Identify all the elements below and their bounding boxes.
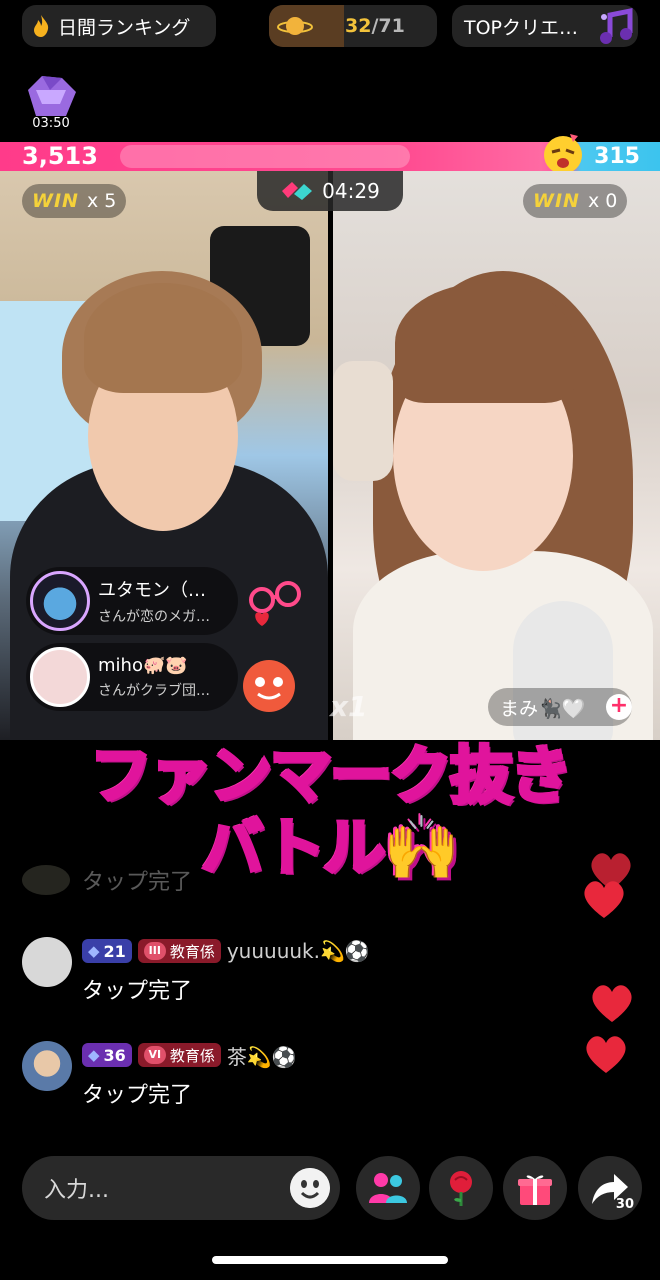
progress-pill[interactable]: 32/71 xyxy=(269,5,437,47)
role-name: 教育係 xyxy=(169,1046,215,1065)
event-timer-text: 03:50 xyxy=(32,116,70,131)
gem-level-badge: ◆ 36 xyxy=(82,1043,132,1067)
members-button[interactable] xyxy=(356,1156,420,1220)
gift-user-name: ユタモン（… xyxy=(98,580,206,601)
comment-item[interactable]: ◆ 36 VI 教育係 茶💫⚽ タップ完了 xyxy=(22,1041,297,1109)
gift-notification[interactable]: miho🐖🐷 さんがクラブ団… xyxy=(26,643,238,711)
gem-level-badge: ◆ 21 xyxy=(82,939,132,963)
diamond-icon: ◆ xyxy=(88,1046,100,1064)
right-win-label: WIN xyxy=(533,190,580,212)
role-level: III xyxy=(143,942,166,960)
gift-box-icon xyxy=(518,1175,552,1205)
right-score: 315 xyxy=(594,144,640,169)
progress-total: /71 xyxy=(371,15,405,37)
comment-input[interactable]: 入力... xyxy=(22,1156,340,1220)
faded-comment: タップ完了 xyxy=(22,864,192,896)
comment-message: タップ完了 xyxy=(82,979,193,1004)
gift-user-avatar xyxy=(30,647,90,707)
emoji-icon[interactable] xyxy=(290,1168,330,1208)
music-note-icon xyxy=(600,7,633,44)
top-creator-label: TOPクリエ… xyxy=(464,16,579,39)
heart-icon xyxy=(586,1036,626,1073)
left-win-count: x 5 xyxy=(86,190,117,212)
heart-icon xyxy=(584,881,624,918)
role-level: VI xyxy=(143,1046,166,1064)
comment-input-placeholder: 入力... xyxy=(44,1178,109,1203)
home-indicator[interactable] xyxy=(212,1256,448,1264)
daily-ranking-label: 日間ランキング xyxy=(58,16,191,39)
right-win-streak: WIN x 0 xyxy=(523,184,628,218)
rose-gift-button[interactable] xyxy=(429,1156,493,1220)
comment-message: タップ完了 xyxy=(82,1083,193,1108)
left-win-label: WIN xyxy=(32,190,79,212)
role-name: 教育係 xyxy=(169,942,215,961)
plush-toy xyxy=(333,361,393,481)
comment-avatar[interactable] xyxy=(22,937,72,987)
gift-user-avatar xyxy=(30,571,90,631)
role-badge: III 教育係 xyxy=(137,939,221,963)
caption-line-1: ファンマーク抜き xyxy=(88,737,574,814)
gift-message: さんが恋のメガ… xyxy=(98,609,210,625)
gift-user-name: miho🐖🐷 xyxy=(98,654,188,676)
planet-icon xyxy=(277,17,313,35)
right-host-name: まみ🐈‍⬛🤍 xyxy=(500,697,586,720)
score-bar-shine xyxy=(120,145,410,168)
right-host-tag[interactable]: まみ🐈‍⬛🤍 + xyxy=(488,688,632,726)
comment-username[interactable]: yuuuuuk.💫⚽ xyxy=(227,939,370,963)
battle-timer-text: 04:29 xyxy=(322,179,380,203)
left-win-streak: WIN x 5 xyxy=(22,184,127,218)
gem-level: 21 xyxy=(103,941,126,961)
heart-icon xyxy=(592,985,632,1022)
top-creator-pill[interactable]: TOPクリエ… xyxy=(452,5,638,47)
share-button[interactable]: 30 xyxy=(578,1156,642,1220)
comment-avatar xyxy=(22,865,70,895)
gift-notification[interactable]: ユタモン（… さんが恋のメガ… xyxy=(26,567,238,635)
left-host-fringe xyxy=(84,283,242,393)
progress-current: 32 xyxy=(345,15,372,37)
wink-face-icon xyxy=(544,134,582,174)
diamond-icon: ◆ xyxy=(88,942,100,960)
club-gift-icon xyxy=(243,660,295,712)
treasure-gem-icon xyxy=(28,76,76,116)
daily-ranking-pill[interactable]: 日間ランキング xyxy=(22,5,216,47)
right-win-count: x 0 xyxy=(587,190,618,212)
battle-vs-icon xyxy=(282,182,313,200)
comment-username[interactable]: 茶💫⚽ xyxy=(227,1041,297,1070)
right-host-fringe xyxy=(395,283,575,403)
people-icon xyxy=(369,1173,407,1203)
rose-icon xyxy=(450,1171,472,1206)
right-host-video[interactable] xyxy=(333,171,660,740)
comment-message: タップ完了 xyxy=(82,870,193,895)
gift-multiplier: x1 xyxy=(330,690,368,723)
comment-item[interactable]: ◆ 21 III 教育係 yuuuuuk.💫⚽ タップ完了 xyxy=(22,937,370,1005)
flame-icon xyxy=(34,15,49,37)
event-timer-badge[interactable]: 03:50 xyxy=(20,74,82,134)
role-badge: VI 教育係 xyxy=(137,1043,221,1067)
left-score: 3,513 xyxy=(22,142,98,170)
gift-button[interactable] xyxy=(503,1156,567,1220)
gift-message: さんがクラブ団… xyxy=(98,682,210,699)
battle-timer: 04:29 xyxy=(257,171,403,211)
caption-line-2: バトル🙌 xyxy=(199,809,462,886)
comment-avatar[interactable] xyxy=(22,1041,72,1091)
heart-glasses-gift-icon xyxy=(249,581,301,626)
share-count: 30 xyxy=(615,1197,634,1212)
follow-plus-icon[interactable]: + xyxy=(606,694,632,720)
gem-level: 36 xyxy=(103,1045,126,1065)
progress-count: 32/71 xyxy=(345,15,405,37)
